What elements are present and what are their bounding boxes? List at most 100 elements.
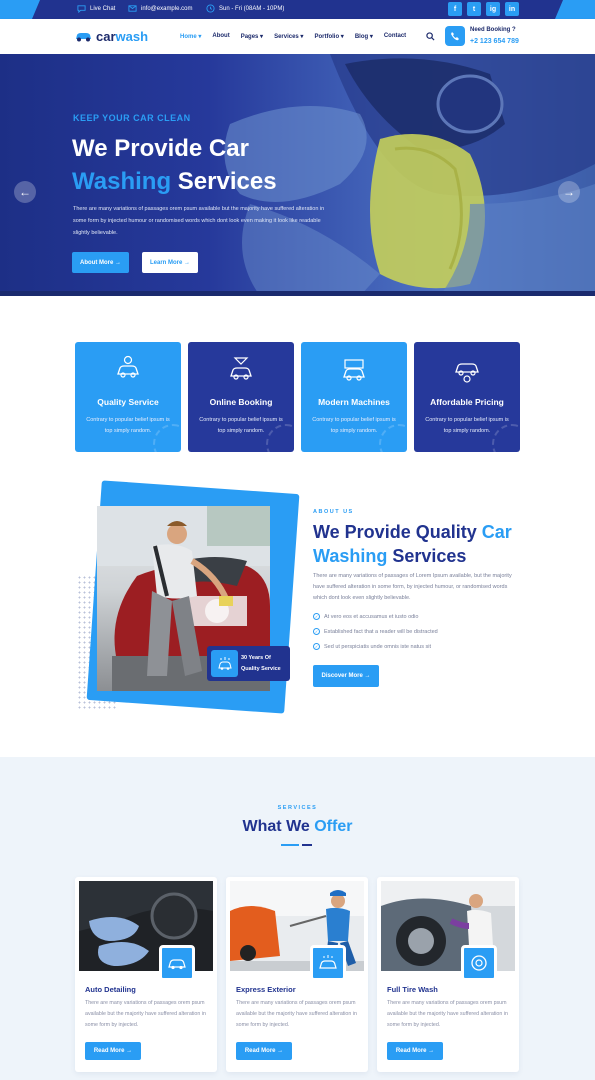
top-bar: Live Chat info@example.com Sun - Fri (08… [0,0,595,19]
experience-badge-line2: Quality Service [241,666,281,672]
hero-title: We Provide Car Washing Services [72,132,372,198]
read-more-label: Read More [244,1048,276,1054]
feature-card[interactable]: Online Booking Contrary to popular belie… [188,342,294,452]
about-description: There are many variations of passages of… [313,573,512,601]
car-quality-icon [117,355,139,378]
arrow-right-icon: → [115,259,121,266]
facebook-icon[interactable]: f [448,2,462,16]
nav-pages[interactable]: Pages ▾ [241,33,263,40]
check-circle-icon: ✓ [313,613,320,620]
about-check-text: At vero eos et accusamus et iusto odio [324,613,419,620]
about-title-highlight2: Washing [313,546,388,566]
about-title-part1: We Provide Quality [313,522,477,542]
nav-about[interactable]: About [212,33,229,40]
service-card[interactable]: Auto Detailing There are many variations… [75,877,217,1072]
instagram-icon[interactable]: ig [486,2,500,16]
email-label: info@example.com [141,5,193,12]
services-title: What We Offer [0,818,595,836]
nav-portfolio-label: Portfolio [314,34,340,40]
arrow-right-icon: → [277,1048,284,1054]
read-more-button[interactable]: Read More → [236,1042,292,1060]
experience-badge: 30 Years Of Quality Service [207,646,290,681]
hero-title-line1: We Provide Car [72,135,249,162]
service-description: There are many variations of passages or… [387,1000,508,1028]
mail-icon [128,5,137,12]
title-underline-accent [302,844,312,846]
check-circle-icon: ✓ [313,643,320,650]
service-icon-box [310,945,346,981]
feature-card[interactable]: Modern Machines Contrary to popular beli… [301,342,407,452]
about-more-label: About More [80,259,114,266]
feature-card[interactable]: Quality Service Contrary to popular beli… [75,342,181,452]
car-booking-icon [230,357,252,380]
service-icon-box [461,945,497,981]
live-chat-label: Live Chat [90,5,116,12]
nav-blog-label: Blog [354,34,369,40]
booking-label: Need Booking ? [470,27,516,33]
topbar-accent-left [0,0,40,19]
nav-home-label: Home [180,34,197,40]
nav-portfolio[interactable]: Portfolio ▾ [314,33,343,40]
car-exterior-icon [319,955,337,969]
linkedin-icon[interactable]: in [505,2,519,16]
main-header: car wash Home ▾ About Pages ▾ Services ▾ … [0,19,595,54]
hero-title-highlight: Washing [72,168,172,195]
topbar-accent-right [555,0,595,19]
experience-badge-line1: 30 Years Of [241,655,271,661]
nav-blog[interactable]: Blog ▾ [355,33,373,40]
arrow-right-icon: → [184,259,190,266]
tire-icon [471,955,487,971]
nav-services-label: Services [274,34,299,40]
twitter-icon[interactable]: t [467,2,481,16]
service-card[interactable]: Full Tire Wash There are many variations… [377,877,519,1072]
arrow-left-icon: ← [19,185,31,199]
service-card[interactable]: Express Exterior There are many variatio… [226,877,368,1072]
slider-prev-button[interactable]: ← [14,181,36,203]
services-eyebrow: SERVICES [277,805,318,811]
check-circle-icon: ✓ [313,628,320,635]
car-pricing-icon [455,363,479,383]
read-more-button[interactable]: Read More → [85,1042,141,1060]
service-icon-box [159,945,195,981]
logo[interactable]: car wash [74,29,148,44]
email-link[interactable]: info@example.com [128,4,192,13]
feature-title: Online Booking [209,397,273,407]
logo-text-wash: wash [115,29,149,44]
arrow-right-icon: → [364,673,371,679]
learn-more-label: Learn More [149,259,183,266]
nav-services[interactable]: Services ▾ [274,33,303,40]
clock-icon [206,4,215,13]
logo-text-car: car [96,29,116,44]
search-icon[interactable] [426,32,435,41]
hero-slider: KEEP YOUR CAR CLEAN We Provide Car Washi… [0,54,595,296]
about-title-line2: Washing Services [313,544,523,568]
about-more-button[interactable]: About More → [72,252,129,273]
about-check-item: ✓ At vero eos et accusamus et iusto odio [313,613,418,620]
discover-more-button[interactable]: Discover More → [313,665,379,687]
phone-button[interactable] [445,26,465,46]
discover-more-label: Discover More [321,673,363,679]
about-check-text: Sed ut perspiciatis unde omnis iste natu… [324,643,432,650]
arrow-right-icon: → [563,185,575,199]
feature-card[interactable]: Affordable Pricing Contrary to popular b… [414,342,520,452]
car-machine-icon [343,359,365,381]
hours-label: Sun - Fri (08AM - 10PM) [219,5,285,12]
live-chat-link[interactable]: Live Chat [77,4,115,13]
about-eyebrow: ABOUT US [313,509,354,515]
nav-home[interactable]: Home ▾ [180,33,201,40]
services-title-main: What We [242,818,310,835]
slider-next-button[interactable]: → [558,181,580,203]
hero-eyebrow: KEEP YOUR CAR CLEAN [73,113,191,123]
learn-more-button[interactable]: Learn More → [142,252,198,273]
service-description: There are many variations of passages or… [236,1000,357,1028]
about-title: We Provide Quality Car Washing Services [313,520,523,568]
read-more-button[interactable]: Read More → [387,1042,443,1060]
about-check-item: ✓ Sed ut perspiciatis unde omnis iste nat… [313,643,431,650]
service-title: Full Tire Wash [387,985,438,994]
arrow-right-icon: → [126,1048,133,1054]
booking-number[interactable]: +2 123 654 789 [470,38,519,45]
nav-contact[interactable]: Contact [384,33,406,40]
about-check-item: ✓ Established fact that a reader will be … [313,628,438,635]
about-title-line1: We Provide Quality Car [313,520,523,544]
experience-badge-icon-box [211,650,238,677]
